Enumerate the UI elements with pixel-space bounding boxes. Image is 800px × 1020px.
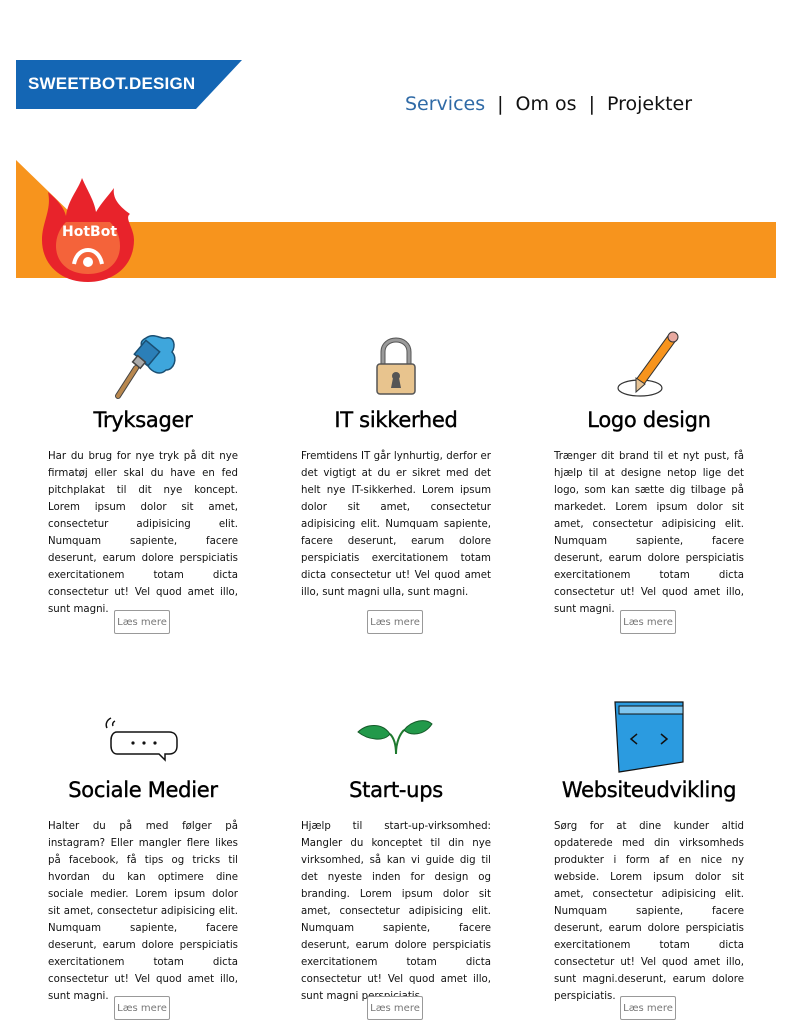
card-title: Websiteudvikling xyxy=(561,778,737,802)
nav-separator: | xyxy=(588,93,595,115)
logo-text: SWEETBOT.DESIGN xyxy=(28,74,196,93)
card-text: Halter du på med følger på instagram? El… xyxy=(48,821,238,1002)
padlock-icon xyxy=(301,330,491,402)
browser-window-icon xyxy=(554,700,744,773)
read-more-button[interactable]: Læs mere xyxy=(114,610,170,634)
chat-bubble-icon xyxy=(48,714,238,786)
card-title: Logo design xyxy=(587,408,711,432)
card-title: IT sikkerhed xyxy=(334,408,458,432)
banner-label: HotBot xyxy=(62,224,118,240)
card-text: Trænger dit brand til et nyt pust, få hj… xyxy=(554,451,744,615)
card-text: Hjælp til start-up-virksomhed: Mangler d… xyxy=(301,821,491,1002)
nav-item-om-os[interactable]: Om os xyxy=(516,93,577,115)
paint-brush-icon xyxy=(48,330,238,402)
card-title: Sociale Medier xyxy=(68,778,218,802)
read-more-button[interactable]: Læs mere xyxy=(620,996,676,1020)
card-text: Fremtidens IT går lynhurtig, derfor er d… xyxy=(301,451,491,598)
nav-item-services[interactable]: Services xyxy=(405,93,485,115)
read-more-button[interactable]: Læs mere xyxy=(114,996,170,1020)
card-text: Har du brug for nye tryk på dit nye firm… xyxy=(48,451,238,615)
nav-separator: | xyxy=(497,93,504,115)
nav-item-projekter[interactable]: Projekter xyxy=(607,93,692,115)
sprout-icon xyxy=(301,714,491,786)
read-more-button[interactable]: Læs mere xyxy=(620,610,676,634)
card-title: Tryksager xyxy=(93,408,193,432)
card-title: Start-ups xyxy=(349,778,443,802)
read-more-button[interactable]: Læs mere xyxy=(367,996,423,1020)
card-text: Sørg for at dine kunder altid opdaterede… xyxy=(554,821,744,1002)
main-nav: Services | Om os | Projekter xyxy=(405,93,692,115)
site-logo[interactable]: SWEETBOT.DESIGN xyxy=(16,60,242,109)
pencil-icon xyxy=(554,330,744,402)
hero-banner: HotBot xyxy=(16,160,776,282)
read-more-button[interactable]: Læs mere xyxy=(367,610,423,634)
